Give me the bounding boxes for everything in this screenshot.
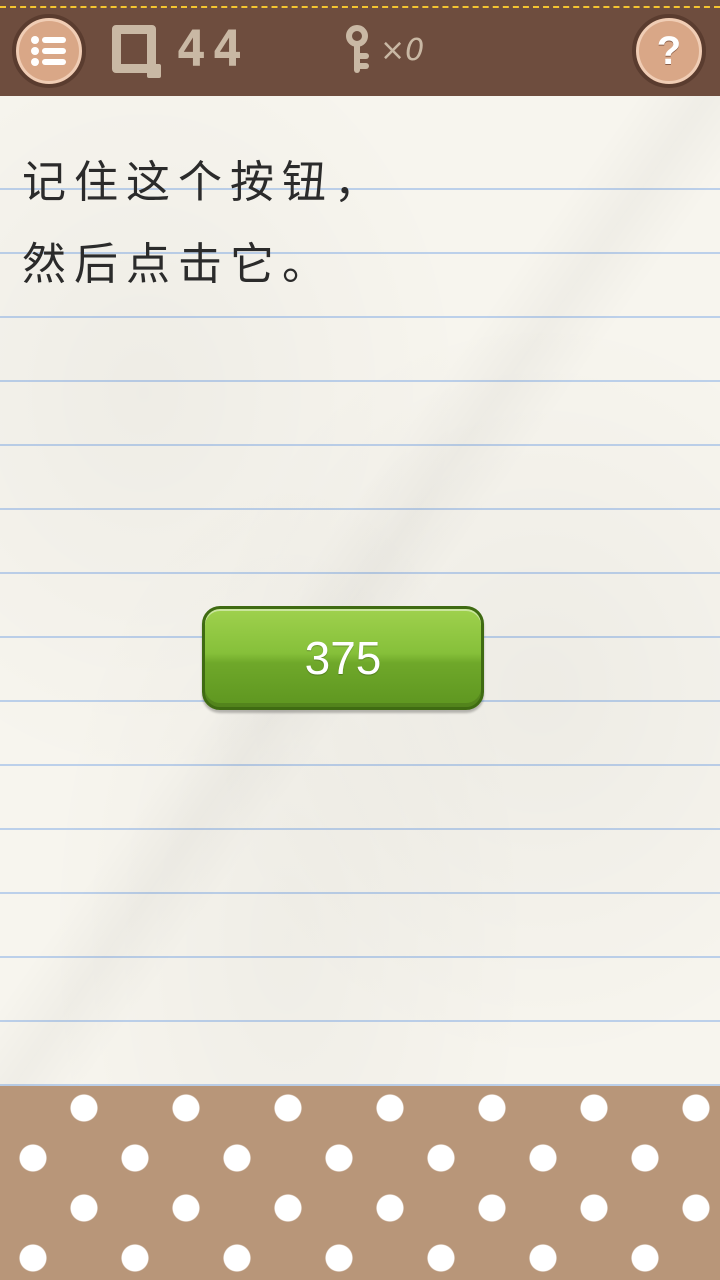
top-bar: 44 ×0 ?: [0, 0, 720, 100]
answer-button-label: 375: [304, 632, 382, 684]
level-indicator: 44: [112, 14, 248, 84]
list-menu-icon: [31, 36, 66, 66]
question-text: 记住这个按钮， 然后点击它。: [22, 142, 682, 306]
level-number: 44: [176, 20, 249, 78]
q-level-icon: [112, 25, 161, 78]
stitch-line: [0, 6, 720, 8]
key-counter: ×0: [342, 22, 424, 78]
question-line-2: 然后点击它。: [22, 239, 334, 290]
help-button[interactable]: ?: [632, 14, 706, 88]
polka-dot-footer: [0, 1086, 720, 1280]
lined-paper: 记住这个按钮， 然后点击它。: [0, 96, 720, 1086]
key-icon: [346, 25, 369, 73]
help-icon: ?: [656, 29, 682, 73]
menu-button[interactable]: [12, 14, 86, 88]
question-line-1: 记住这个按钮，: [22, 157, 386, 208]
answer-button[interactable]: 375: [202, 606, 484, 710]
key-count: ×0: [380, 32, 425, 68]
